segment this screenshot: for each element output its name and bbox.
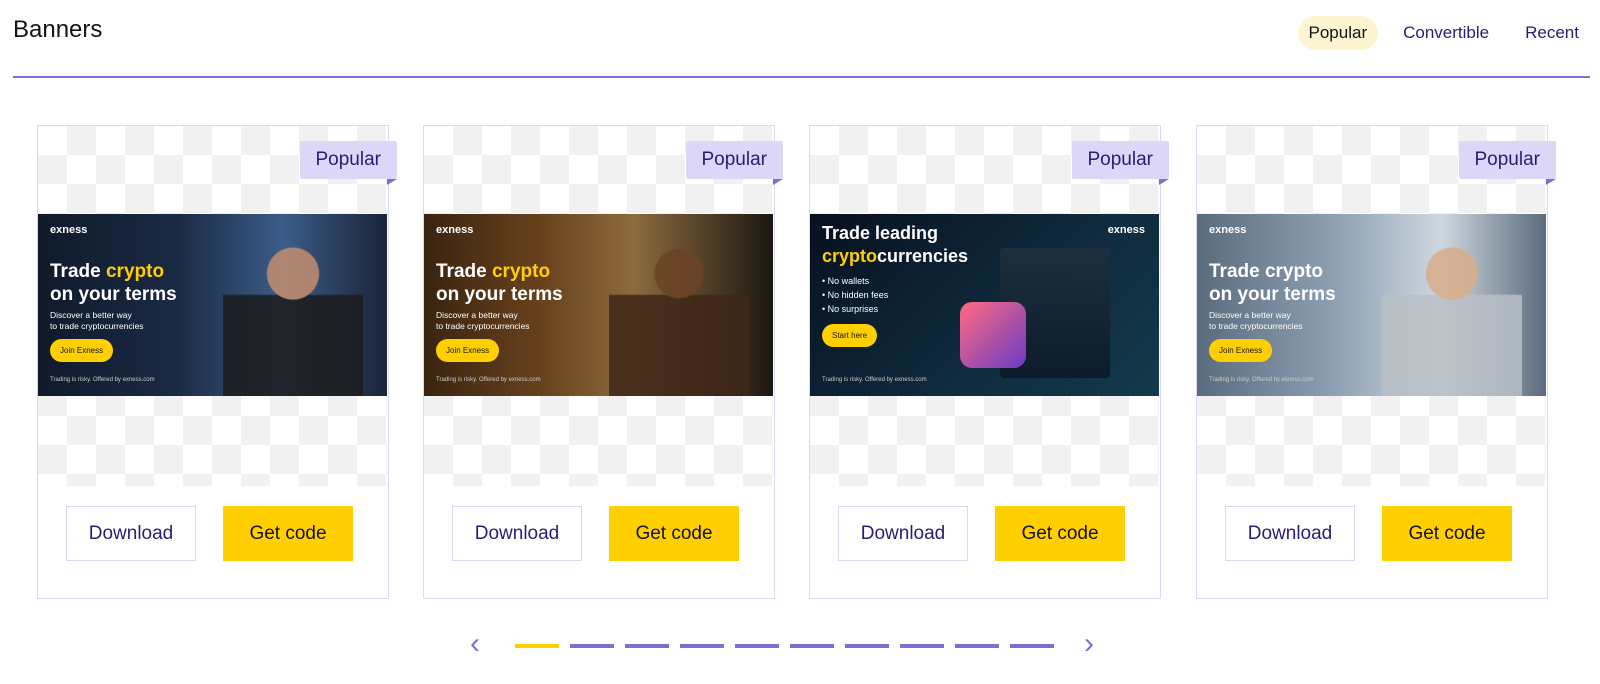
exness-logo: exness xyxy=(1107,224,1145,236)
card-actions: Download Get code xyxy=(66,506,353,562)
banner-headline: Trade crypto on your terms xyxy=(50,261,177,305)
pager-dots xyxy=(515,644,1054,648)
banner-subtext: Discover a better way to trade cryptocurr… xyxy=(50,310,144,331)
pager-dot[interactable] xyxy=(955,644,999,648)
banner-cta: Join Exness xyxy=(1209,339,1273,362)
exness-logo: exness xyxy=(1209,224,1247,236)
crypto-coin-graphic xyxy=(960,302,1026,368)
page-title: Banners xyxy=(13,16,103,43)
carousel-pager: ‹ › xyxy=(470,629,1110,660)
tab-popular[interactable]: Popular xyxy=(1297,16,1379,50)
banner-card: Popular exness Trade crypto on your terms… xyxy=(423,125,783,599)
pager-dot[interactable] xyxy=(1010,644,1054,648)
banner-cta: Join Exness xyxy=(436,339,500,362)
banner-card: Popular exness Trade crypto on your terms… xyxy=(37,125,397,599)
banner-image: exness Trade leading cryptocurrencies • N… xyxy=(810,214,1159,396)
banner-bullets: • No wallets • No hidden fees • No surpr… xyxy=(822,276,889,314)
chevron-left-icon[interactable]: ‹ xyxy=(470,629,492,659)
banner-disclaimer: Trading is risky. Offered by exness.com xyxy=(1209,377,1314,383)
banner-card: Popular exness Trade leading cryptocurren… xyxy=(809,125,1169,599)
banner-cta: Start here xyxy=(822,324,878,347)
filter-tabs: Popular Convertible Recent xyxy=(1297,16,1590,50)
download-button[interactable]: Download xyxy=(1225,506,1355,561)
person-photo xyxy=(1382,226,1522,396)
banner-preview: Popular exness Trade crypto on your terms… xyxy=(1197,126,1556,486)
banner-cards: Popular exness Trade crypto on your terms… xyxy=(37,125,1577,600)
popular-badge: Popular xyxy=(299,141,397,185)
person-photo xyxy=(609,226,749,396)
pager-dot[interactable] xyxy=(845,644,889,648)
get-code-button[interactable]: Get code xyxy=(609,506,739,561)
chevron-right-icon[interactable]: › xyxy=(1084,629,1106,659)
banner-preview: Popular exness Trade crypto on your terms… xyxy=(38,126,397,486)
download-button[interactable]: Download xyxy=(66,506,196,561)
banner-disclaimer: Trading is risky. Offered by exness.com xyxy=(50,377,155,383)
banner-subtext: Discover a better way to trade cryptocurr… xyxy=(436,310,530,331)
banner-cta: Join Exness xyxy=(50,339,114,362)
get-code-button[interactable]: Get code xyxy=(995,506,1125,561)
pager-dot[interactable] xyxy=(515,644,559,648)
banner-subtext: Discover a better way to trade cryptocurr… xyxy=(1209,310,1303,331)
card-actions: Download Get code xyxy=(1225,506,1512,562)
download-button[interactable]: Download xyxy=(452,506,582,561)
banner-headline: Trade crypto on your terms xyxy=(1209,261,1336,305)
banner-disclaimer: Trading is risky. Offered by exness.com xyxy=(822,377,927,383)
pager-dot[interactable] xyxy=(680,644,724,648)
header: Banners Popular Convertible Recent xyxy=(13,0,1590,78)
banner-headline: Trade crypto on your terms xyxy=(436,261,563,305)
get-code-button[interactable]: Get code xyxy=(223,506,353,561)
person-photo xyxy=(223,226,363,396)
banner-card: Popular exness Trade crypto on your terms… xyxy=(1196,125,1556,599)
popular-badge: Popular xyxy=(1071,141,1169,185)
popular-badge: Popular xyxy=(685,141,783,185)
card-actions: Download Get code xyxy=(452,506,739,562)
pager-dot[interactable] xyxy=(625,644,669,648)
pager-dot[interactable] xyxy=(900,644,944,648)
pager-dot[interactable] xyxy=(570,644,614,648)
exness-logo: exness xyxy=(436,224,474,236)
pager-dot[interactable] xyxy=(790,644,834,648)
banner-image: exness Trade crypto on your terms Discove… xyxy=(424,214,773,396)
banner-image: exness Trade crypto on your terms Discove… xyxy=(1197,214,1546,396)
popular-badge: Popular xyxy=(1458,141,1556,185)
banner-image: exness Trade crypto on your terms Discove… xyxy=(38,214,387,396)
banner-preview: Popular exness Trade crypto on your terms… xyxy=(424,126,783,486)
tab-recent[interactable]: Recent xyxy=(1514,16,1590,50)
banner-disclaimer: Trading is risky. Offered by exness.com xyxy=(436,377,541,383)
exness-logo: exness xyxy=(50,224,88,236)
get-code-button[interactable]: Get code xyxy=(1382,506,1512,561)
banner-preview: Popular exness Trade leading cryptocurren… xyxy=(810,126,1169,486)
pager-dot[interactable] xyxy=(735,644,779,648)
banner-headline: Trade leading cryptocurrencies xyxy=(822,223,969,266)
tab-convertible[interactable]: Convertible xyxy=(1392,16,1500,50)
card-actions: Download Get code xyxy=(838,506,1125,562)
download-button[interactable]: Download xyxy=(838,506,968,561)
